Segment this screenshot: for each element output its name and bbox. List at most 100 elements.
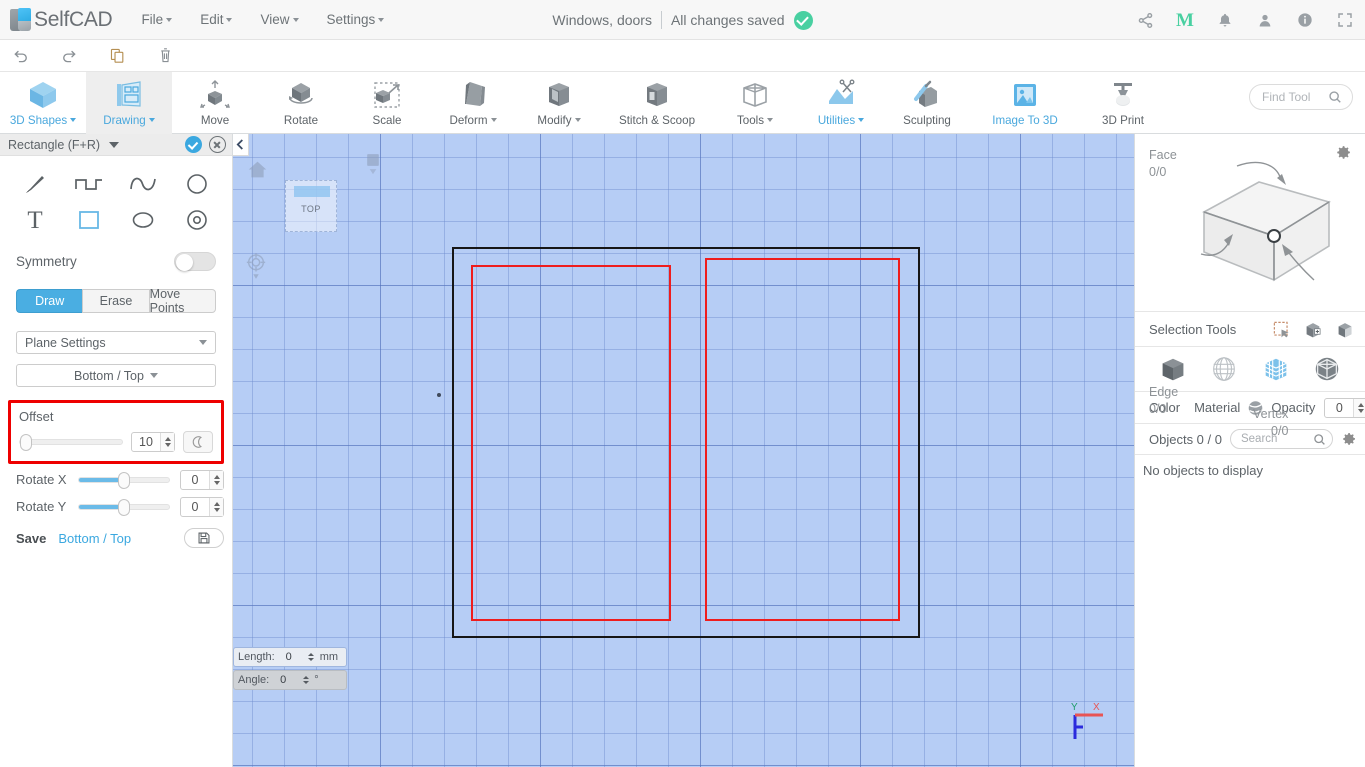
- angle-row[interactable]: Angle: °: [233, 670, 347, 690]
- length-row[interactable]: Length: mm: [233, 647, 347, 667]
- plane-settings-dropdown[interactable]: Plane Settings: [16, 331, 216, 354]
- angle-spinner[interactable]: [300, 676, 311, 684]
- tool-move[interactable]: Move: [172, 72, 258, 134]
- menu-settings-label: Settings: [326, 12, 376, 27]
- view-cube-top-face: [294, 186, 330, 197]
- rotate-y-slider[interactable]: [78, 498, 170, 516]
- invert-select-icon[interactable]: [1335, 320, 1355, 339]
- document-title[interactable]: Windows, doors: [552, 12, 661, 28]
- menu-items: File Edit View Settings: [128, 4, 397, 35]
- tool-sculpting[interactable]: Sculpting: [884, 72, 970, 134]
- object-mode-icon[interactable]: [1156, 352, 1190, 386]
- tool-3d-print[interactable]: 3D Print: [1080, 72, 1166, 134]
- add-select-icon[interactable]: [1303, 320, 1323, 339]
- rect-select-icon[interactable]: [1272, 320, 1291, 339]
- objects-settings-icon[interactable]: [1341, 431, 1357, 447]
- face-mode-icon[interactable]: [1259, 352, 1293, 386]
- person-icon[interactable]: [1255, 10, 1275, 30]
- find-tool-input[interactable]: [1262, 90, 1328, 104]
- opacity-input[interactable]: [1325, 398, 1354, 417]
- target-icon[interactable]: [245, 252, 267, 283]
- copy-icon[interactable]: [106, 45, 128, 67]
- save-plane-button[interactable]: [184, 528, 224, 548]
- viewport-3d[interactable]: TOP Length: mm Angle: °: [233, 134, 1134, 767]
- tool-utilities[interactable]: Utilities: [798, 72, 884, 134]
- vertex-mode-icon[interactable]: [1310, 352, 1344, 386]
- tool-tools[interactable]: Tools: [712, 72, 798, 134]
- offset-numberbox[interactable]: [131, 432, 175, 452]
- mode-erase[interactable]: Erase: [82, 289, 149, 313]
- home-icon[interactable]: [247, 159, 268, 183]
- ellipse-tool[interactable]: [116, 204, 170, 236]
- tool-deform[interactable]: Deform: [430, 72, 516, 134]
- sculpting-icon: [911, 78, 943, 112]
- freehand-brush-tool[interactable]: [8, 168, 62, 200]
- tool-image-to-3d[interactable]: Image To 3D: [970, 72, 1080, 134]
- menu-edit[interactable]: Edit: [187, 4, 245, 35]
- plane-value-label: Bottom / Top: [74, 368, 144, 383]
- offset-slider[interactable]: [19, 434, 123, 451]
- selection-tools-label: Selection Tools: [1149, 321, 1237, 337]
- brand[interactable]: SelfCAD: [0, 7, 113, 32]
- ring-tool[interactable]: [170, 204, 224, 236]
- offset-input[interactable]: [132, 433, 160, 451]
- redo-icon[interactable]: [58, 45, 80, 67]
- polyline-tool[interactable]: [62, 168, 116, 200]
- offset-spinner[interactable]: [160, 433, 174, 451]
- rotate-x-numberbox[interactable]: [180, 469, 224, 490]
- selection-tools-row: Selection Tools: [1135, 312, 1365, 346]
- menu-view[interactable]: View: [247, 4, 311, 35]
- share-icon[interactable]: [1135, 10, 1155, 30]
- trash-icon[interactable]: [154, 45, 176, 67]
- chevron-down-icon: [767, 118, 774, 122]
- tool-drawing[interactable]: Drawing: [86, 72, 172, 134]
- rotate-y-numberbox[interactable]: [180, 496, 224, 517]
- cancel-button[interactable]: [209, 136, 226, 153]
- length-input[interactable]: [274, 651, 303, 663]
- rotate-y-spinner[interactable]: [209, 497, 223, 516]
- angle-input[interactable]: [269, 674, 298, 686]
- wireframe-mode-icon[interactable]: [1207, 352, 1241, 386]
- symmetry-toggle[interactable]: [174, 252, 216, 271]
- chevron-down-icon: [70, 118, 77, 122]
- cube-view-icon[interactable]: [363, 152, 383, 181]
- rotate-x-label: Rotate X: [16, 472, 67, 487]
- view-cube-top[interactable]: TOP: [285, 180, 337, 232]
- confirm-button[interactable]: [185, 136, 202, 153]
- fullscreen-icon[interactable]: [1335, 10, 1355, 30]
- tool-rotate[interactable]: Rotate: [258, 72, 344, 134]
- inner-rectangle-right[interactable]: [705, 258, 900, 621]
- account-badge[interactable]: M: [1175, 10, 1195, 30]
- left-panel-title[interactable]: Rectangle (F+R): [8, 138, 119, 152]
- rotate-x-input[interactable]: [181, 470, 209, 489]
- menu-file[interactable]: File: [128, 4, 185, 35]
- inner-rectangle-left[interactable]: [471, 265, 671, 621]
- tool-stitch-scoop[interactable]: Stitch & Scoop: [602, 72, 712, 134]
- info-icon[interactable]: [1295, 10, 1315, 30]
- bell-icon[interactable]: [1215, 10, 1235, 30]
- save-plane-link[interactable]: Bottom / Top: [58, 531, 131, 546]
- find-tool-box[interactable]: [1249, 84, 1353, 110]
- opacity-spinner[interactable]: [1353, 398, 1365, 417]
- plane-value-dropdown[interactable]: Bottom / Top: [16, 364, 216, 387]
- length-spinner[interactable]: [306, 653, 317, 661]
- menu-settings[interactable]: Settings: [314, 4, 398, 35]
- length-label: Length:: [238, 651, 275, 663]
- tool-modify[interactable]: Modify: [516, 72, 602, 134]
- rectangle-tool[interactable]: [62, 204, 116, 236]
- undo-icon[interactable]: [10, 45, 32, 67]
- rotate-y-input[interactable]: [181, 497, 209, 516]
- edge-value: 0/0: [1149, 402, 1167, 416]
- curve-tool[interactable]: [116, 168, 170, 200]
- mode-draw[interactable]: Draw: [16, 289, 83, 313]
- text-tool[interactable]: T: [8, 204, 62, 236]
- tool-scale[interactable]: Scale: [344, 72, 430, 134]
- reset-offset-button[interactable]: [183, 431, 213, 453]
- mode-move-points[interactable]: Move Points: [148, 287, 216, 315]
- rotate-x-spinner[interactable]: [209, 470, 223, 489]
- collapse-left-panel-button[interactable]: [233, 134, 249, 156]
- tool-3d-shapes[interactable]: 3D Shapes: [0, 72, 86, 134]
- circle-tool[interactable]: [170, 168, 224, 200]
- rotate-x-slider[interactable]: [78, 471, 170, 489]
- opacity-numberbox[interactable]: [1324, 397, 1365, 418]
